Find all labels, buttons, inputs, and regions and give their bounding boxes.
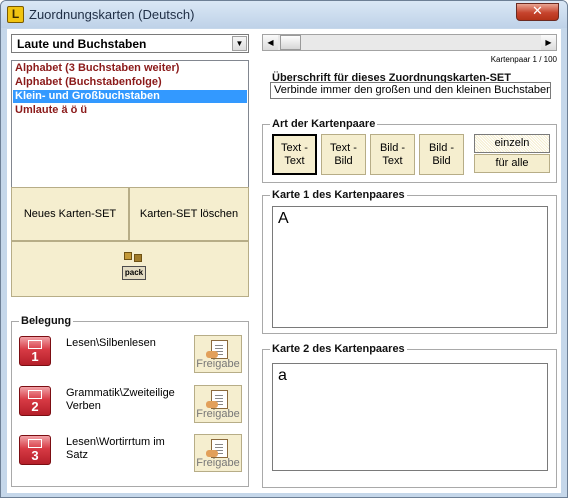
type-label: Bild [432,155,451,167]
title-bar: L Zuordnungskarten (Deutsch) ✕ [1,1,567,28]
single-mode-button[interactable]: einzeln [474,134,550,153]
slot-3-icon[interactable]: 3 [19,435,51,465]
slot-1-number: 1 [31,349,39,364]
card-set-list[interactable]: Alphabet (3 Buchstaben weiter) Alphabet … [11,60,249,203]
list-item[interactable]: Klein- und Großbuchstaben [13,90,247,103]
type-label: Text - [281,142,308,154]
slot-3-number: 3 [31,448,39,463]
heading-input[interactable]: Verbinde immer den großen und den kleine… [270,82,551,99]
type-label: Bild - [428,142,455,154]
app-window: L Zuordnungskarten (Deutsch) ✕ Laute und… [0,0,568,498]
type-label: Bild - [379,142,406,154]
slot-2-number: 2 [31,399,39,414]
release-label: Freigabe [196,358,240,370]
category-dropdown[interactable]: Laute und Buchstaben ▼ [11,34,249,53]
card-2-group: Karte 2 des Kartenpaares a [262,343,557,488]
slot-2-icon[interactable]: 2 [19,386,51,416]
card-pair-icon [28,340,42,349]
hand-icon [206,401,218,408]
pack-icon-label: pack [122,266,146,280]
card-2-content[interactable]: a [272,363,548,471]
card-pair-scrollbar[interactable]: ◀ ▶ [262,34,557,51]
scroll-left-icon[interactable]: ◀ [263,35,278,50]
app-logo-icon: L [7,6,24,23]
type-label: Text [284,155,305,167]
new-set-label: Neues Karten-SET [23,208,117,220]
release-label: Freigabe [196,457,240,469]
type-text-text-button[interactable]: Text - Text [272,134,317,175]
release-button-3[interactable]: Freigabe [194,434,242,472]
card-pair-counter: Kartenpaar 1 / 100 [490,55,557,64]
slot-1-icon[interactable]: 1 [19,336,51,366]
assignment-group-title: Belegung [19,315,74,327]
scroll-right-icon[interactable]: ▶ [541,35,556,50]
card-1-title: Karte 1 des Kartenpaares [270,189,407,201]
type-image-text-button[interactable]: Bild - Text [370,134,415,175]
card-1-group: Karte 1 des Kartenpaares A [262,189,557,334]
category-dropdown-value: Laute und Buchstaben [17,37,147,51]
card-pair-icon [28,439,42,448]
assignment-group: Belegung 1 Lesen\Silbenlesen Freigabe 2 … [11,315,249,487]
pair-type-group-title: Art der Kartenpaare [270,118,378,130]
pack-icon: pack [122,252,146,282]
delete-set-button[interactable]: Karten-SET löschen [129,187,249,241]
type-label: Bild [334,155,353,167]
slot-1-text: Lesen\Silbenlesen [66,337,156,349]
new-set-button[interactable]: Neues Karten-SET [11,187,129,241]
delete-set-label: Karten-SET löschen [139,208,239,220]
slot-2-text: Grammatik\Zweiteilige Verben [66,387,175,412]
pack-button[interactable]: pack [11,241,249,297]
scroll-thumb[interactable] [280,35,301,50]
list-item[interactable]: Alphabet (3 Buchstaben weiter) [13,62,247,75]
release-label: Freigabe [196,408,240,420]
main-panel: Laute und Buchstaben ▼ Alphabet (3 Buchs… [7,29,561,493]
list-item[interactable]: Alphabet (Buchstabenfolge) [13,76,247,89]
pair-type-group: Art der Kartenpaare Text - Text Text - B… [262,118,557,183]
type-label: Text [382,155,403,167]
card-2-title: Karte 2 des Kartenpaares [270,343,407,355]
type-text-image-button[interactable]: Text - Bild [321,134,366,175]
type-image-image-button[interactable]: Bild - Bild [419,134,464,175]
card-pair-icon [28,390,42,399]
card-1-content[interactable]: A [272,206,548,328]
close-button[interactable]: ✕ [516,3,559,21]
slot-3-text: Lesen\Wortirrtum im Satz [66,436,165,461]
hand-icon [206,351,218,358]
type-label: Text - [330,142,357,154]
release-button-1[interactable]: Freigabe [194,335,242,373]
release-button-2[interactable]: Freigabe [194,385,242,423]
list-item[interactable]: Umlaute ä ö ü [13,104,247,117]
window-title: Zuordnungskarten (Deutsch) [29,7,195,22]
hand-icon [206,450,218,457]
for-all-mode-button[interactable]: für alle [474,154,550,173]
chevron-down-icon[interactable]: ▼ [232,36,247,51]
